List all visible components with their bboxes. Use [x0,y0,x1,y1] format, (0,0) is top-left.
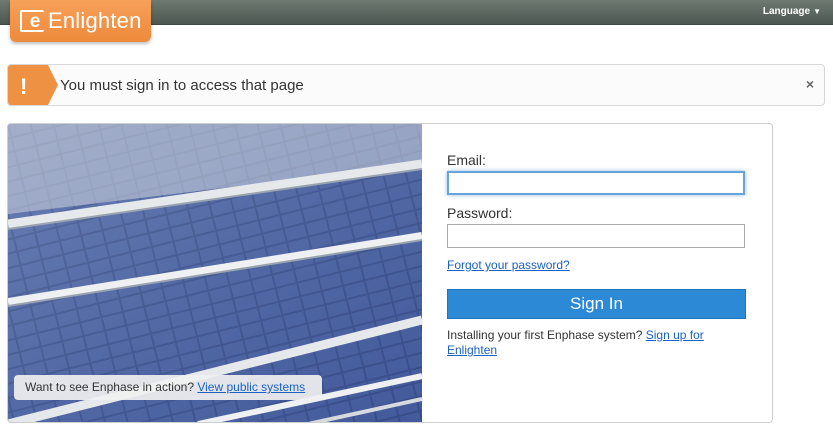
logo-mark-icon: e [20,10,44,32]
login-panel: Want to see Enphase in action? View publ… [7,123,773,423]
language-menu[interactable]: Language ▼ [763,6,821,17]
sign-in-required-alert: ! You must sign in to access that page × [7,64,825,106]
language-label: Language [762,6,811,17]
warning-badge: ! [8,65,58,105]
close-icon[interactable]: × [806,76,814,92]
logo-text: Enlighten [48,8,142,33]
exclamation-icon: ! [20,74,28,99]
sign-in-button[interactable]: Sign In [447,289,746,319]
signup-text: Installing your first Enphase system? [447,328,646,342]
alert-message: You must sign in to access that page [60,77,304,94]
password-field[interactable] [447,224,745,248]
password-label: Password: [447,205,513,221]
public-systems-text: Want to see Enphase in action? [25,380,198,394]
email-label: Email: [447,152,486,168]
signup-prompt: Installing your first Enphase system? Si… [447,328,747,358]
chevron-down-icon: ▼ [813,7,821,16]
public-systems-banner: Want to see Enphase in action? View publ… [14,375,322,400]
view-public-systems-link[interactable]: View public systems [197,380,305,394]
email-field[interactable] [447,171,745,195]
enlighten-logo[interactable]: e Enlighten [10,0,151,42]
forgot-password-link[interactable]: Forgot your password? [447,258,570,272]
sign-in-form: Email: Password: Forgot your password? S… [447,152,747,358]
